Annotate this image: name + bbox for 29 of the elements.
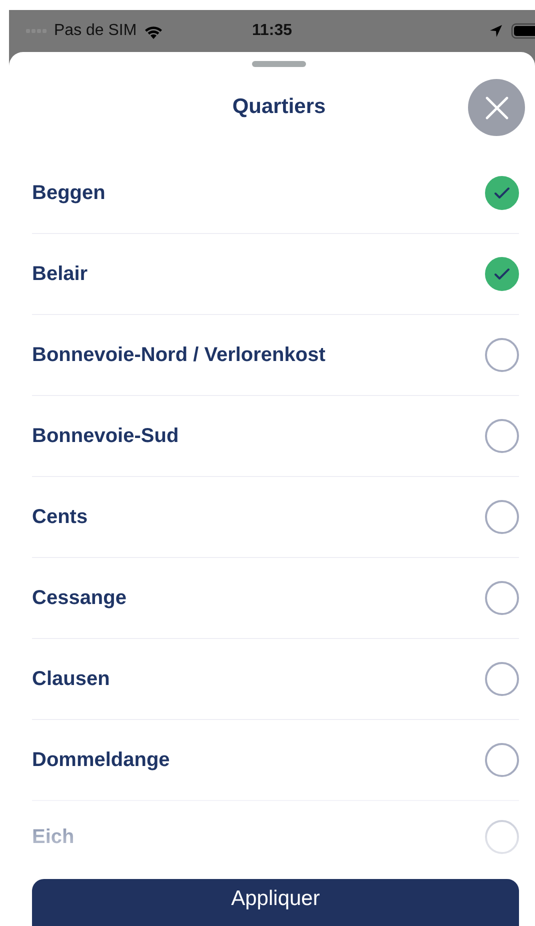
- checkbox[interactable]: [485, 500, 519, 534]
- district-label: Clausen: [32, 668, 110, 690]
- district-label: Cessange: [32, 586, 126, 610]
- district-label: Eich: [32, 826, 74, 848]
- checkmark-icon: [494, 268, 510, 280]
- status-time: 11:35: [252, 22, 292, 40]
- district-label: Bonnevoie-Nord / Verlorenkost: [32, 344, 326, 366]
- checkmark-icon: [494, 187, 510, 199]
- drag-handle[interactable]: [252, 61, 306, 67]
- district-label: Dommeldange: [32, 748, 170, 772]
- checkbox[interactable]: [485, 338, 519, 372]
- apply-button[interactable]: Appliquer: [32, 879, 519, 926]
- location-arrow-icon: [489, 24, 503, 38]
- checkbox[interactable]: [485, 743, 519, 777]
- sheet-title: Quartiers: [232, 95, 326, 119]
- checkbox[interactable]: [485, 581, 519, 615]
- district-label: Belair: [32, 262, 88, 286]
- carrier-text: Pas de SIM: [54, 22, 137, 40]
- checkbox[interactable]: [485, 257, 519, 291]
- battery-icon: [511, 23, 535, 39]
- checkbox[interactable]: [485, 820, 519, 854]
- checkbox[interactable]: [485, 176, 519, 210]
- district-label: Bonnevoie-Sud: [32, 424, 179, 448]
- close-icon: [484, 96, 508, 120]
- district-label: Cents: [32, 506, 88, 528]
- district-label: Beggen: [32, 182, 106, 204]
- checkbox[interactable]: [485, 662, 519, 696]
- checkbox[interactable]: [485, 419, 519, 453]
- wifi-icon: [142, 24, 164, 38]
